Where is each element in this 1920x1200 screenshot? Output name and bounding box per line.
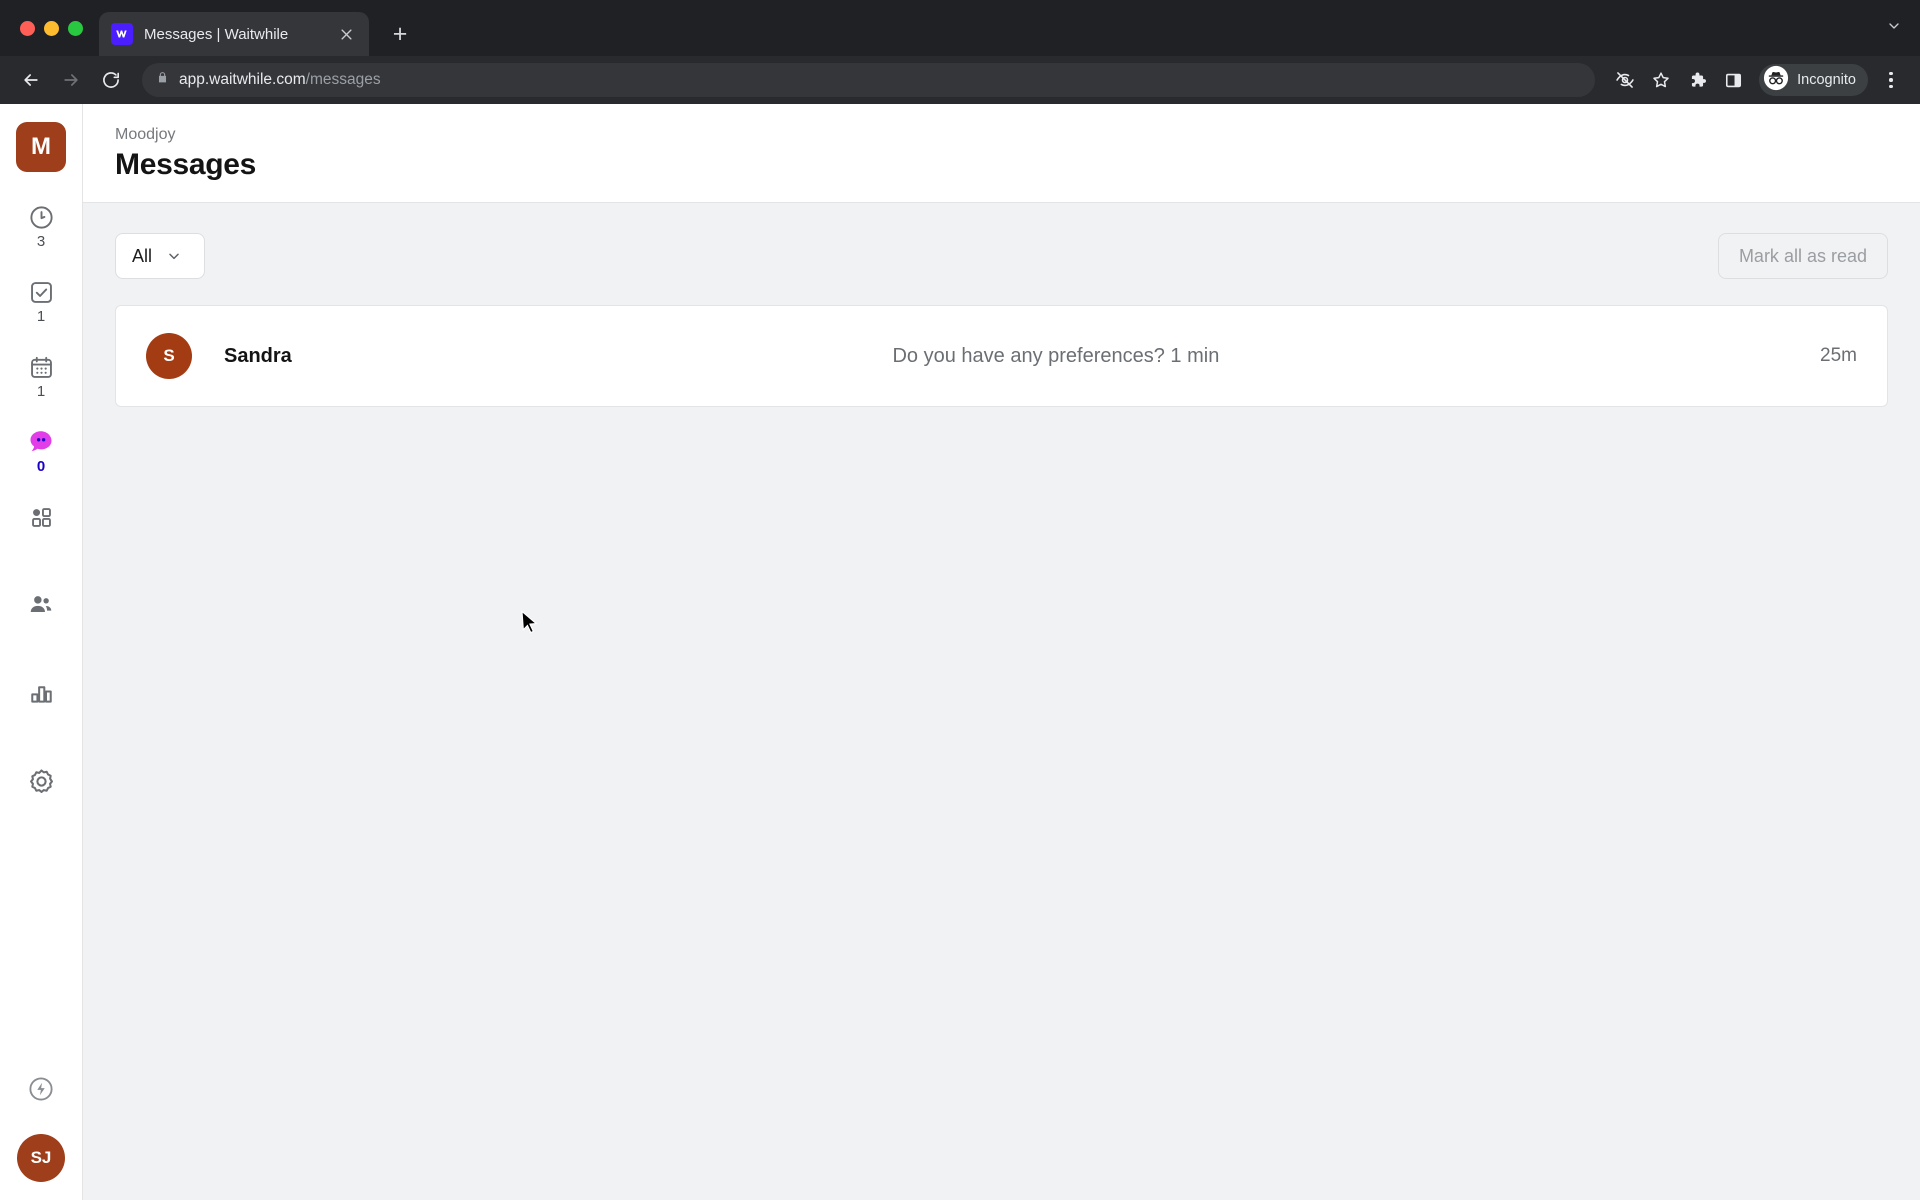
url-host: app.waitwhile.com — [179, 71, 306, 88]
app-viewport: M 3 1 1 0 SJ Moodjoy Messages All Mark a… — [0, 104, 1920, 1200]
messages-toolbar: All Mark all as read — [115, 233, 1888, 279]
page-title: Messages — [115, 148, 257, 181]
window-traffic-lights — [14, 0, 99, 56]
filter-dropdown[interactable]: All — [115, 233, 205, 279]
sidebar-item-apps[interactable] — [7, 502, 75, 532]
sidebar-item-bookings[interactable]: 1 — [7, 352, 75, 399]
breadcrumb: Moodjoy — [115, 126, 176, 143]
main-content: Moodjoy Messages All Mark all as read S … — [83, 104, 1920, 1200]
filter-value: All — [132, 245, 153, 266]
avatar: S — [146, 333, 192, 379]
address-bar[interactable]: app.waitwhile.com/messages — [142, 63, 1596, 97]
messages-panel: All Mark all as read S Sandra Do you hav… — [83, 203, 1920, 1200]
extensions-puzzle-icon[interactable] — [1681, 64, 1713, 96]
tab-strip: Messages | Waitwhile + — [0, 0, 1920, 56]
chevron-down-icon — [166, 248, 182, 264]
tab-title: Messages | Waitwhile — [144, 25, 289, 43]
tracking-protection-icon[interactable] — [1609, 64, 1641, 96]
sidebar-count: 3 — [36, 233, 46, 250]
browser-window: Messages | Waitwhile + app.waitwhile.com… — [0, 0, 1920, 1200]
url-text: app.waitwhile.com/messages — [179, 71, 381, 89]
chat-bubble-icon — [26, 427, 56, 457]
mark-all-as-read-button[interactable]: Mark all as read — [1717, 233, 1888, 279]
close-window-button[interactable] — [20, 20, 35, 36]
sidebar-item-checked-in[interactable]: 1 — [7, 277, 75, 324]
sidebar-item-settings[interactable] — [7, 766, 75, 796]
browser-toolbar: app.waitwhile.com/messages Incognito — [0, 56, 1920, 104]
back-arrow-icon[interactable] — [14, 63, 48, 97]
check-square-icon — [28, 277, 55, 307]
side-panel-icon[interactable] — [1717, 64, 1749, 96]
sidebar-item-messages[interactable]: 0 — [7, 427, 75, 474]
incognito-indicator[interactable]: Incognito — [1759, 64, 1868, 96]
bookmark-star-icon[interactable] — [1645, 64, 1677, 96]
browser-tab[interactable]: Messages | Waitwhile — [99, 12, 369, 56]
sidebar-item-quick-actions[interactable] — [27, 1075, 55, 1108]
grid-apps-icon — [28, 502, 55, 532]
sidebar-count: 1 — [36, 383, 46, 400]
bar-chart-icon — [28, 678, 55, 708]
people-icon — [27, 590, 55, 620]
tab-strip-right — [1886, 0, 1920, 56]
forward-arrow-icon — [54, 63, 88, 97]
sidebar-count: 1 — [36, 308, 46, 325]
app-sidebar: M 3 1 1 0 SJ — [0, 104, 83, 1200]
incognito-label: Incognito — [1797, 72, 1856, 88]
user-avatar[interactable]: SJ — [17, 1134, 65, 1182]
page-header: Moodjoy Messages — [83, 104, 1920, 203]
lock-icon — [156, 71, 169, 89]
waitwhile-logo-icon — [111, 23, 133, 45]
close-icon[interactable] — [335, 23, 357, 45]
url-path: /messages — [305, 71, 381, 88]
sidebar-item-customers[interactable] — [7, 590, 75, 620]
new-tab-button[interactable]: + — [383, 17, 417, 51]
org-logo[interactable]: M — [16, 122, 66, 172]
sidebar-item-waitlist[interactable]: 3 — [7, 202, 75, 249]
message-preview-text: Do you have any preferences? 1 min — [892, 344, 1220, 367]
kebab-menu-icon[interactable] — [1876, 64, 1906, 96]
reload-icon[interactable] — [94, 63, 128, 97]
lightning-bolt-icon — [27, 1077, 55, 1107]
gear-icon — [27, 766, 56, 796]
maximize-window-button[interactable] — [68, 20, 83, 36]
message-timestamp: 25m — [1820, 345, 1857, 366]
sidebar-item-analytics[interactable] — [7, 678, 75, 708]
calendar-icon — [28, 352, 55, 382]
minimize-window-button[interactable] — [44, 20, 59, 36]
clock-icon — [28, 202, 55, 232]
toolbar-icon-group: Incognito — [1609, 64, 1906, 96]
sidebar-count: 0 — [36, 458, 46, 475]
chevron-down-icon[interactable] — [1886, 18, 1902, 39]
incognito-avatar-icon — [1763, 65, 1789, 96]
message-sender-name: Sandra — [224, 344, 292, 367]
message-list-item[interactable]: S Sandra Do you have any preferences? 1 … — [115, 305, 1888, 407]
